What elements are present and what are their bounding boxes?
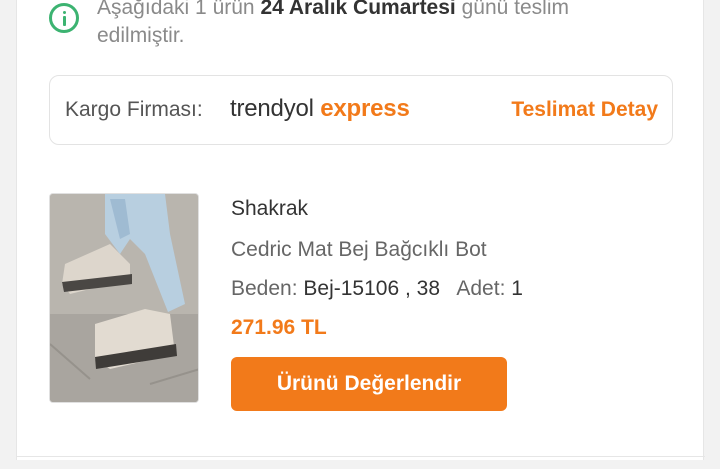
product-info: Shakrak Cedric Mat Bej Bağcıklı Bot Bede… (231, 197, 523, 340)
product-price: 271.96 TL (231, 316, 327, 339)
quantity-value: 1 (511, 277, 523, 300)
delivery-message: Aşağıdaki 1 ürün 24 Aralık Cumartesi gün… (97, 0, 657, 50)
product-name[interactable]: Cedric Mat Bej Bağcıklı Bot (231, 238, 523, 262)
product-variant: Beden: Bej-15106 , 38 Adet: 1 (231, 277, 523, 301)
order-card: Aşağıdaki 1 ürün 24 Aralık Cumartesi gün… (16, 0, 705, 460)
delivery-date: 24 Aralık Cumartesi (260, 0, 456, 19)
quantity-label: Adet: (456, 277, 506, 300)
review-product-button[interactable]: Ürünü Değerlendir (231, 357, 507, 411)
cargo-label: Kargo Firması: (65, 98, 203, 121)
seller-name[interactable]: Shakrak (231, 197, 523, 221)
product-image[interactable] (49, 193, 199, 403)
boot-photo-icon (50, 194, 198, 402)
delivery-detail-link[interactable]: Teslimat Detay (511, 98, 658, 122)
info-circle-icon (49, 3, 79, 33)
size-label: Beden: (231, 277, 298, 300)
trendyol-express-logo: trendyol express (230, 95, 410, 122)
divider (17, 456, 705, 457)
cargo-box: Kargo Firması: trendyol express Teslimat… (49, 75, 673, 145)
size-value: Bej-15106 , 38 (303, 277, 441, 300)
